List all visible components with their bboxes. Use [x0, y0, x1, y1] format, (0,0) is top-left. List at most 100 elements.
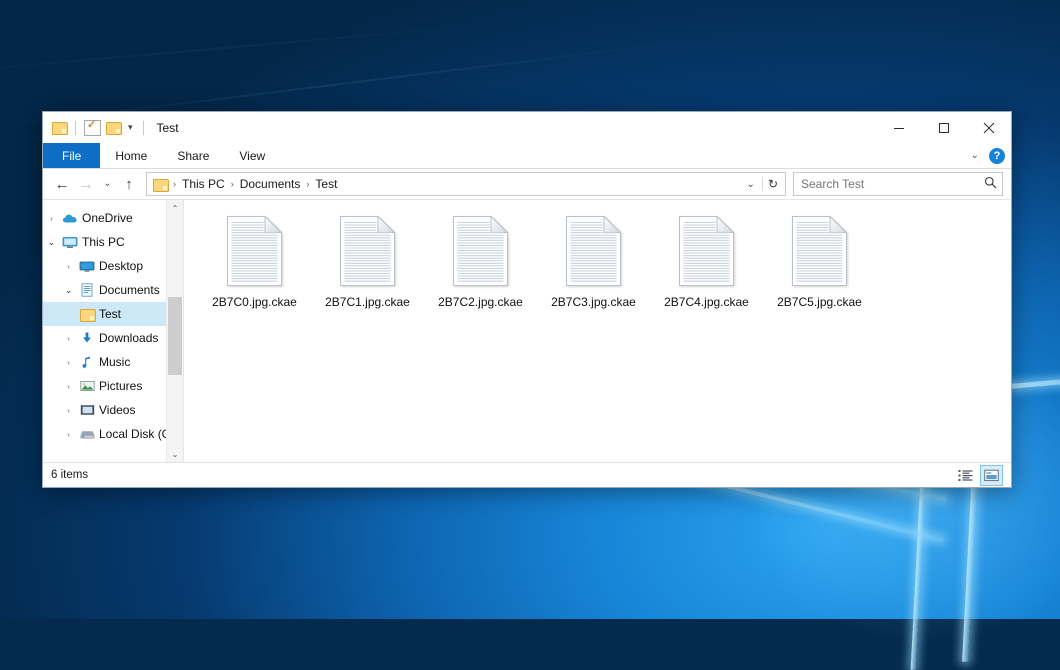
desktop-icon: [77, 260, 97, 273]
close-button[interactable]: [966, 112, 1011, 143]
breadcrumb-separator: ›: [303, 179, 312, 189]
sidebar-item-desktop[interactable]: › Desktop: [43, 254, 183, 278]
chevron-right-icon[interactable]: ›: [60, 358, 77, 367]
file-item[interactable]: 2B7C0.jpg.ckae: [198, 214, 311, 328]
file-name-label: 2B7C1.jpg.ckae: [325, 295, 410, 309]
new-folder-icon[interactable]: [106, 121, 121, 134]
forward-button: →: [75, 173, 97, 195]
sidebar-item-label: Downloads: [97, 331, 158, 345]
minimize-button[interactable]: [876, 112, 921, 143]
chevron-down-icon[interactable]: ⌄: [43, 237, 60, 248]
sidebar-item-onedrive[interactable]: › OneDrive: [43, 206, 183, 230]
chevron-right-icon[interactable]: ›: [60, 430, 77, 439]
up-button[interactable]: ↑: [118, 173, 140, 195]
file-name-label: 2B7C4.jpg.ckae: [664, 295, 749, 309]
scroll-up-icon[interactable]: ⌃: [167, 200, 183, 216]
navigation-pane: › OneDrive ⌄ This PC › Desktop: [43, 200, 183, 462]
details-view-button[interactable]: [955, 466, 976, 485]
sidebar-item-local-disk[interactable]: › Local Disk (C:): [43, 422, 183, 446]
chevron-right-icon[interactable]: ›: [43, 214, 60, 223]
divider: [143, 121, 144, 135]
hard-drive-icon: [77, 428, 97, 440]
window-title: Test: [157, 121, 179, 135]
sidebar-item-label: Videos: [97, 403, 135, 417]
help-icon[interactable]: ?: [989, 148, 1005, 164]
file-item[interactable]: 2B7C4.jpg.ckae: [650, 214, 763, 328]
address-dropdown-icon[interactable]: ⌄: [743, 179, 759, 190]
ribbon-tabs: File Home Share View ⌄ ?: [43, 143, 1011, 169]
window-body: › OneDrive ⌄ This PC › Desktop: [43, 199, 1011, 462]
sidebar-item-label: Desktop: [97, 259, 143, 273]
file-item[interactable]: 2B7C5.jpg.ckae: [763, 214, 876, 328]
sidebar-item-test[interactable]: Test: [43, 302, 183, 326]
file-name-label: 2B7C2.jpg.ckae: [438, 295, 523, 309]
computer-icon: [60, 236, 80, 249]
sidebar-item-documents[interactable]: ⌄ Documents: [43, 278, 183, 302]
navigation-toolbar: ← → ⌄ ↑ › This PC › Documents › Test ⌄ ↻: [43, 169, 1011, 199]
sidebar-item-label: OneDrive: [80, 211, 133, 225]
item-count-label: 6 items: [51, 469, 88, 481]
breadcrumb-documents[interactable]: Documents: [237, 177, 304, 191]
folder-icon[interactable]: [52, 121, 67, 134]
window-controls: [876, 112, 1011, 143]
sidebar-item-this-pc[interactable]: ⌄ This PC: [43, 230, 183, 254]
chevron-down-icon[interactable]: ⌄: [971, 151, 979, 161]
file-name-label: 2B7C5.jpg.ckae: [777, 295, 862, 309]
pictures-icon: [77, 380, 97, 392]
generic-document-icon: [566, 216, 621, 286]
sidebar-item-label: Test: [97, 307, 121, 321]
sidebar-item-downloads[interactable]: › Downloads: [43, 326, 183, 350]
chevron-right-icon[interactable]: ›: [60, 382, 77, 391]
tab-file[interactable]: File: [43, 143, 100, 168]
folder-icon: [153, 178, 168, 191]
scroll-down-icon[interactable]: ⌄: [167, 446, 183, 462]
downloads-icon: [77, 331, 97, 345]
large-icons-view-button[interactable]: [980, 465, 1003, 486]
scrollbar-track[interactable]: [167, 216, 183, 446]
wallpaper-streak: [0, 23, 496, 76]
sidebar-item-music[interactable]: › Music: [43, 350, 183, 374]
breadcrumb-separator: ›: [228, 179, 237, 189]
generic-document-icon: [679, 216, 734, 286]
back-button[interactable]: ←: [51, 173, 73, 195]
file-name-label: 2B7C3.jpg.ckae: [551, 295, 636, 309]
search-box[interactable]: [793, 172, 1003, 196]
title-bar: ▾ Test: [43, 112, 1011, 143]
file-item[interactable]: 2B7C1.jpg.ckae: [311, 214, 424, 328]
breadcrumb-separator: ›: [170, 179, 179, 189]
breadcrumb-this-pc[interactable]: This PC: [179, 177, 228, 191]
file-item[interactable]: 2B7C2.jpg.ckae: [424, 214, 537, 328]
file-item[interactable]: 2B7C3.jpg.ckae: [537, 214, 650, 328]
properties-icon[interactable]: [84, 120, 101, 136]
sidebar-item-pictures[interactable]: › Pictures: [43, 374, 183, 398]
chevron-right-icon[interactable]: ›: [60, 334, 77, 343]
file-list-view[interactable]: 2B7C0.jpg.ckae 2B7C1.jpg.ckae 2B7C2.jpg.…: [183, 200, 1011, 462]
refresh-icon[interactable]: ↻: [762, 177, 783, 191]
chevron-right-icon[interactable]: ›: [60, 406, 77, 415]
customize-caret-icon[interactable]: ▾: [126, 123, 135, 132]
breadcrumb-test[interactable]: Test: [312, 177, 340, 191]
sidebar-item-videos[interactable]: › Videos: [43, 398, 183, 422]
sidebar-item-label: This PC: [80, 235, 125, 249]
status-bar: 6 items: [43, 462, 1011, 487]
recent-locations-button[interactable]: ⌄: [99, 173, 116, 195]
divider: [75, 121, 76, 135]
chevron-down-icon[interactable]: ⌄: [60, 285, 77, 296]
generic-document-icon: [453, 216, 508, 286]
onedrive-cloud-icon: [60, 212, 80, 224]
search-icon[interactable]: [984, 176, 997, 192]
tab-view[interactable]: View: [224, 143, 280, 168]
address-bar[interactable]: › This PC › Documents › Test ⌄ ↻: [146, 172, 786, 196]
search-input[interactable]: [799, 176, 984, 192]
documents-icon: [77, 283, 97, 297]
tab-home[interactable]: Home: [100, 143, 162, 168]
sidebar-scrollbar[interactable]: ⌃ ⌄: [166, 200, 183, 462]
music-icon: [77, 355, 97, 369]
scrollbar-thumb[interactable]: [168, 297, 182, 375]
maximize-button[interactable]: [921, 112, 966, 143]
tab-share[interactable]: Share: [162, 143, 224, 168]
folder-icon: [77, 308, 97, 321]
generic-document-icon: [340, 216, 395, 286]
chevron-right-icon[interactable]: ›: [60, 262, 77, 271]
quick-access-toolbar: ▾: [43, 120, 147, 136]
